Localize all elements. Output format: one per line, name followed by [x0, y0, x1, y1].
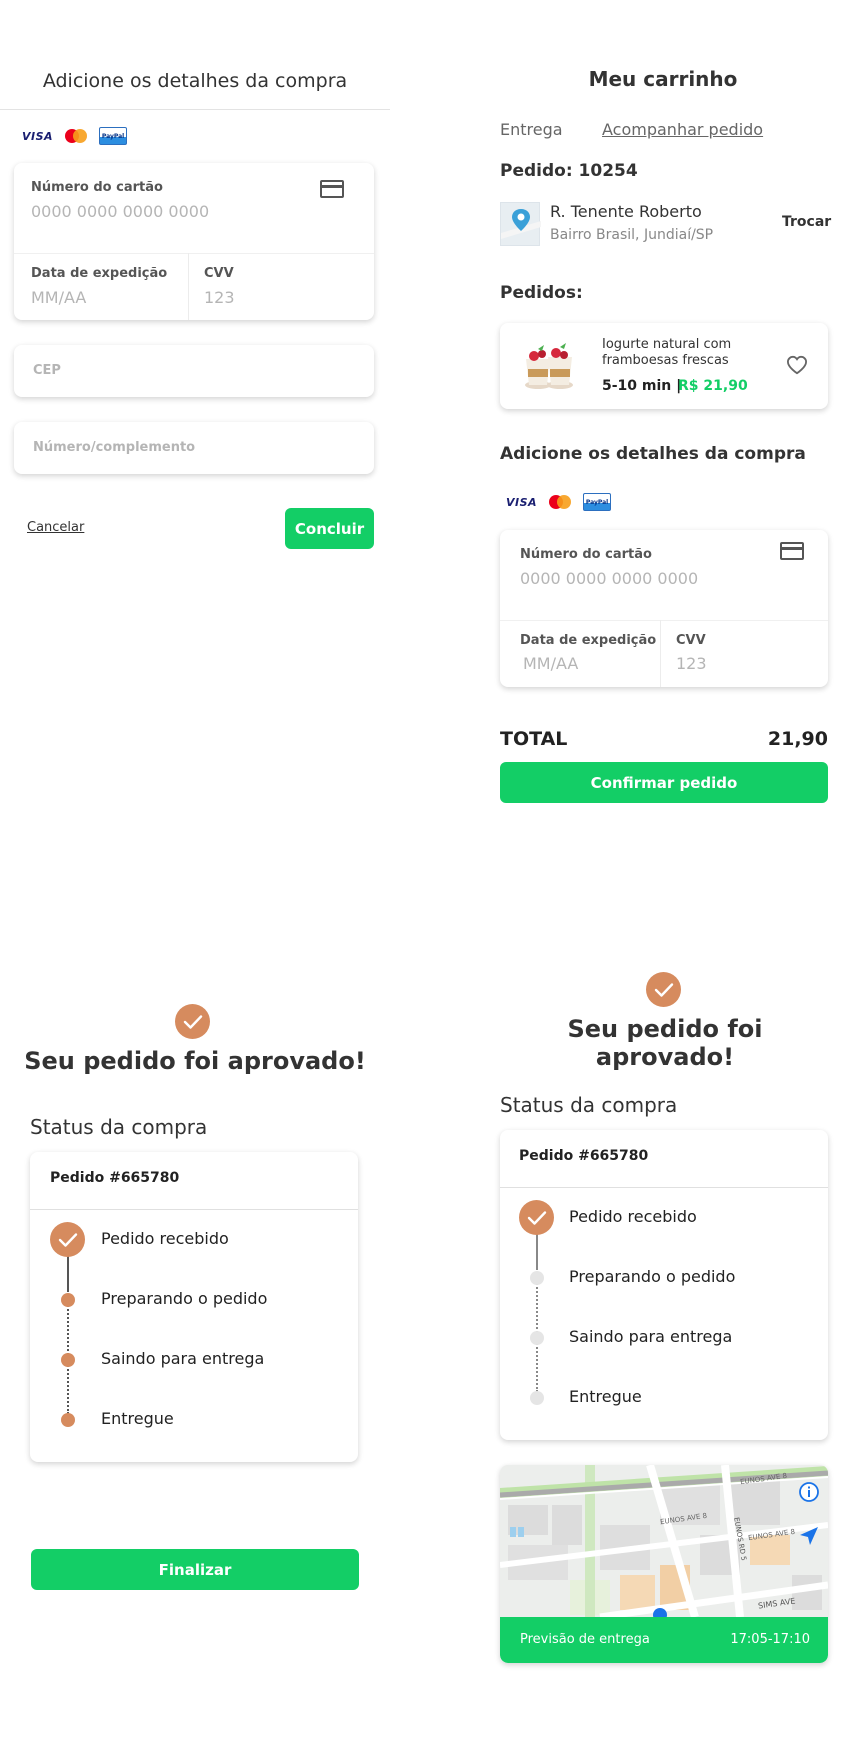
details-title: Adicione os detalhes da compra	[500, 444, 806, 464]
card-number-label: Número do cartão	[31, 180, 163, 195]
check-circle-icon	[175, 1004, 210, 1039]
navigation-arrow-icon[interactable]	[798, 1525, 820, 1551]
card-form: Número do cartão 0000 0000 0000 0000 Dat…	[14, 163, 374, 320]
conclude-button[interactable]: Concluir	[285, 508, 374, 549]
card-form: Número do cartão 0000 0000 0000 0000 Dat…	[500, 530, 828, 687]
item-price: R$ 21,90	[678, 378, 748, 394]
approved-title: Seu pedido foi aprovado!	[24, 1047, 366, 1075]
card-number-input[interactable]: 0000 0000 0000 0000	[520, 569, 698, 588]
item-name-line2: framboesas frescas	[602, 353, 729, 368]
timeline-line-solid	[536, 1230, 538, 1270]
step-dot	[530, 1391, 544, 1405]
number-complement-input[interactable]: Número/complemento	[14, 422, 374, 474]
order-id: Pedido #665780	[519, 1148, 649, 1164]
delivery-map-card: EUNOS AVE 8 EUNOS AVE 8 EUNOS RD 5 EUNOS…	[500, 1465, 828, 1663]
timeline-line-solid	[67, 1252, 69, 1292]
step-label: Preparando o pedido	[569, 1267, 736, 1286]
credit-card-icon	[320, 180, 344, 198]
order-number: Pedido: 10254	[500, 161, 638, 181]
card-col-divider	[188, 253, 189, 320]
step-label: Preparando o pedido	[101, 1289, 268, 1308]
paypal-icon[interactable]: PayPal	[583, 493, 612, 511]
tab-track-order[interactable]: Acompanhar pedido	[602, 120, 763, 139]
card-number-label: Número do cartão	[520, 547, 652, 562]
step-done-icon	[50, 1222, 85, 1257]
paypal-icon[interactable]: PayPal	[99, 127, 128, 145]
card-number-input[interactable]: 0000 0000 0000 0000	[31, 202, 209, 221]
step-label: Entregue	[101, 1409, 174, 1428]
payment-logos: VISA PayPal	[22, 127, 128, 145]
step-done-icon	[519, 1200, 554, 1235]
mastercard-icon[interactable]	[549, 495, 572, 509]
total-label: TOTAL	[500, 728, 568, 750]
check-circle-icon	[646, 972, 681, 1007]
status-heading: Status da compra	[500, 1093, 678, 1117]
expiry-label: Data de expedição	[520, 633, 657, 648]
step-label: Entregue	[569, 1387, 642, 1406]
approved-title: Seu pedido foi aprovado!	[567, 1015, 763, 1071]
step-dot	[530, 1271, 544, 1285]
card-col-divider	[660, 620, 661, 687]
visa-icon[interactable]: VISA	[22, 130, 53, 143]
page-title: Adicione os detalhes da compra	[42, 70, 348, 92]
cart-title: Meu carrinho	[588, 67, 738, 91]
step-dot	[530, 1331, 544, 1345]
credit-card-icon	[780, 542, 804, 560]
expiry-label: Data de expedição	[31, 266, 168, 281]
tab-delivery[interactable]: Entrega	[500, 120, 563, 139]
title-divider	[0, 109, 390, 110]
step-dot	[61, 1293, 75, 1307]
number-complement-placeholder: Número/complemento	[33, 440, 196, 455]
step-label: Pedido recebido	[101, 1229, 229, 1248]
info-icon[interactable]	[798, 1481, 820, 1507]
map-view[interactable]: EUNOS AVE 8 EUNOS AVE 8 EUNOS RD 5 EUNOS…	[500, 1465, 828, 1622]
mastercard-icon[interactable]	[65, 129, 88, 143]
visa-icon[interactable]: VISA	[506, 496, 537, 509]
status-heading: Status da compra	[30, 1115, 208, 1139]
cep-placeholder: CEP	[33, 363, 61, 378]
address-district: Bairro Brasil, Jundiaí/SP	[550, 227, 714, 243]
step-dot	[61, 1413, 75, 1427]
finish-button[interactable]: Finalizar	[31, 1549, 359, 1590]
order-id: Pedido #665780	[50, 1170, 180, 1186]
expiry-input[interactable]: MM/AA	[523, 654, 578, 673]
delivery-estimate-time: 17:05-17:10	[730, 1632, 810, 1647]
step-label: Saindo para entrega	[569, 1327, 733, 1346]
address-street: R. Tenente Roberto	[550, 202, 702, 221]
item-name-line1: Iogurte natural com	[602, 337, 732, 352]
status-card: Pedido #665780 Pedido recebido Preparand…	[500, 1130, 828, 1440]
cep-input[interactable]: CEP	[14, 345, 374, 397]
confirm-order-button[interactable]: Confirmar pedido	[500, 762, 828, 803]
payment-logos: VISA PayPal	[506, 493, 612, 511]
change-address-button[interactable]: Trocar	[782, 214, 831, 230]
order-item-card[interactable]: Iogurte natural com framboesas frescas 5…	[500, 323, 828, 409]
expiry-input[interactable]: MM/AA	[31, 288, 86, 307]
step-dot	[61, 1353, 75, 1367]
delivery-estimate-label: Previsão de entrega	[520, 1632, 650, 1647]
status-card-divider	[500, 1187, 828, 1188]
card-row-divider	[14, 253, 374, 254]
cvv-label: CVV	[676, 633, 706, 648]
card-row-divider	[500, 620, 828, 621]
step-label: Saindo para entrega	[101, 1349, 265, 1368]
map-pin-icon	[500, 202, 541, 246]
orders-heading: Pedidos:	[500, 283, 583, 303]
delivery-estimate-bar: Previsão de entrega 17:05-17:10	[500, 1617, 828, 1663]
cvv-input[interactable]: 123	[676, 654, 707, 673]
total-value: 21,90	[767, 728, 828, 750]
status-card-divider	[30, 1209, 358, 1210]
cancel-link[interactable]: Cancelar	[27, 520, 84, 535]
cvv-input[interactable]: 123	[204, 288, 235, 307]
status-card: Pedido #665780 Pedido recebido Preparand…	[30, 1152, 358, 1462]
heart-icon[interactable]	[786, 355, 808, 379]
yogurt-image	[520, 339, 576, 393]
item-time: 5-10 min |	[602, 378, 682, 394]
cvv-label: CVV	[204, 266, 234, 281]
step-label: Pedido recebido	[569, 1207, 697, 1226]
